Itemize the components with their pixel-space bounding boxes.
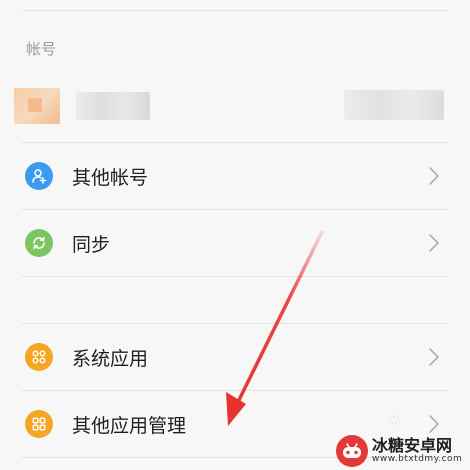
top-section-edge (0, 0, 470, 12)
section-gap (0, 277, 470, 323)
chevron-right-icon (429, 348, 439, 366)
row-label: 其他帐号 (72, 166, 149, 189)
divider (22, 10, 448, 11)
row-label: 同步 (72, 233, 111, 256)
account-row[interactable] (0, 74, 470, 138)
row-label: 其他应用管理 (72, 414, 187, 437)
apps-grid-icon (25, 343, 53, 371)
row-label: 系统应用 (72, 347, 149, 370)
watermark-name: 冰糖安卓网 (372, 436, 453, 456)
sync-icon (25, 229, 53, 257)
heart-icon: ♡ (388, 414, 400, 429)
chevron-right-icon (429, 234, 439, 252)
settings-screen: 帐号 其他帐号 同步 系统应用 其他应用管理 ♡ 冰糖安卓网 www.btxtd… (0, 0, 470, 470)
add-user-icon (25, 162, 53, 190)
row-system-apps[interactable]: 系统应用 (0, 324, 470, 390)
chevron-right-icon (429, 415, 439, 433)
watermark-logo-icon (336, 435, 368, 467)
row-sync[interactable]: 同步 (0, 210, 470, 276)
account-info-redacted (344, 90, 444, 120)
chevron-right-icon (429, 167, 439, 185)
section-header-account: 帐号 (26, 40, 57, 58)
row-other-accounts[interactable]: 其他帐号 (0, 143, 470, 209)
account-name-redacted (76, 92, 150, 120)
apps-grid-icon (25, 410, 53, 438)
avatar (14, 88, 60, 124)
watermark-url: www.btxtdmy.com (372, 453, 463, 464)
watermark: 冰糖安卓网 www.btxtdmy.com (336, 432, 470, 470)
